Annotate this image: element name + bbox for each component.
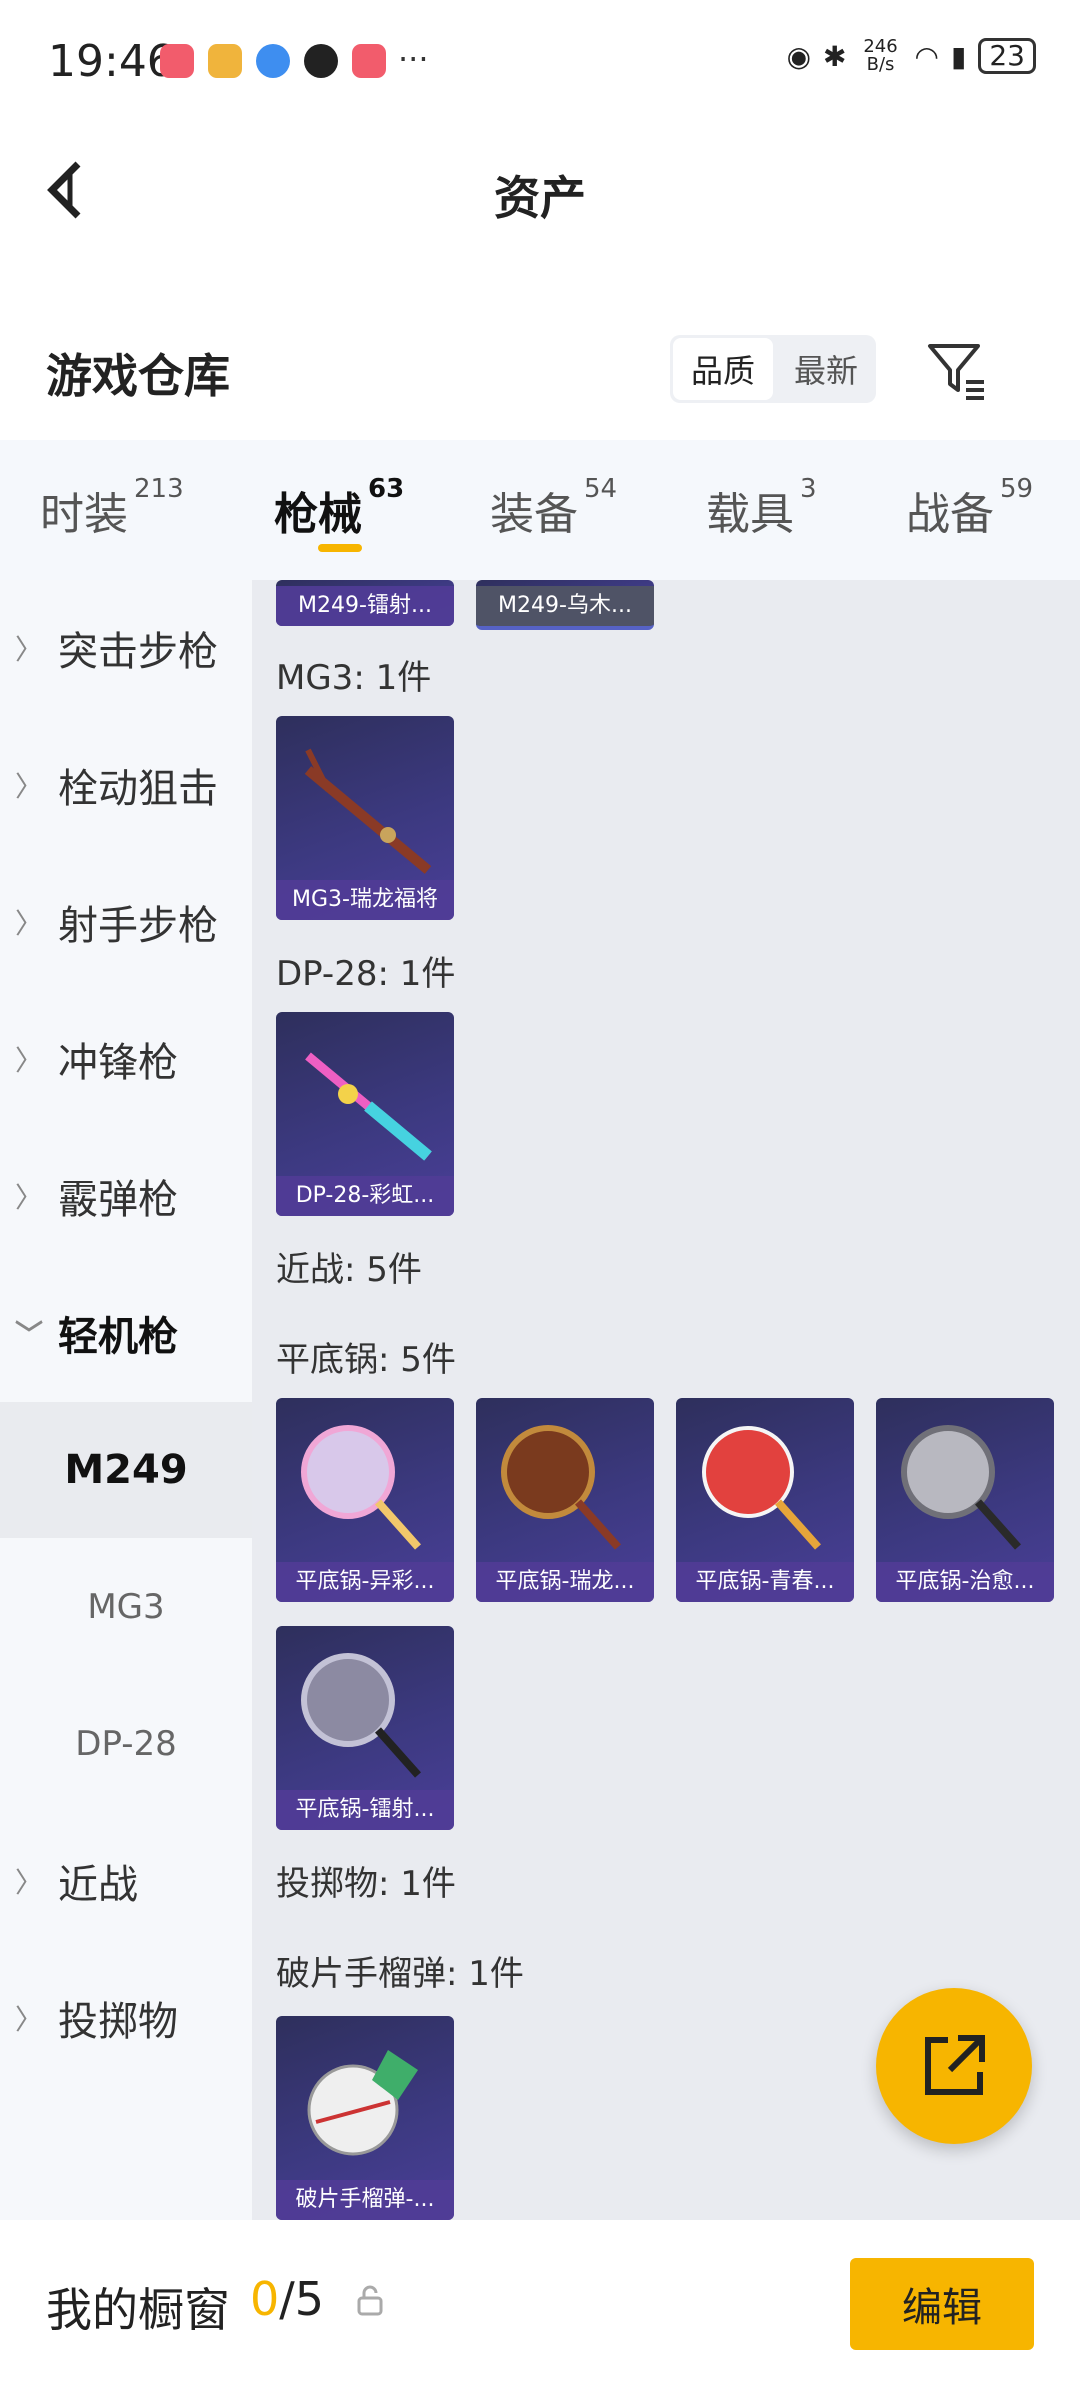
sidebar-subitem-mg3[interactable]: MG3 (0, 1539, 252, 1675)
chevron-right-icon: 〉 (14, 907, 43, 940)
item-card[interactable]: MG3-瑞龙福将 (276, 716, 454, 920)
pan-skin-image (501, 1425, 621, 1550)
sort-quality-option[interactable]: 品质 (673, 338, 773, 400)
showcase-bar: 我的橱窗 0/5 编辑 (0, 2220, 1080, 2382)
alert-icon: ▮ (950, 39, 967, 73)
pan-skin-image (301, 1653, 421, 1778)
tab-firearms[interactable]: 枪械 63 (274, 474, 404, 542)
chevron-right-icon: 〉 (14, 1181, 43, 1214)
category-tabs: 时装 213 枪械 63 装备 54 载具 3 战备 59 (0, 440, 1080, 580)
status-icons: ◉ ✱ 246 B/s ◠ ▮ 23 (787, 38, 1036, 74)
sidebar-item-lmg[interactable]: ﹀ 轻机枪 (0, 1265, 252, 1401)
more-notifications-icon: ··· (398, 40, 429, 78)
sidebar-item-assault-rifle[interactable]: 〉突击步枪 (0, 580, 252, 716)
sidebar-item-marksman-rifle[interactable]: 〉射手步枪 (0, 854, 252, 990)
group-label: 投掷物: 1件 (276, 1864, 456, 1904)
group-label: MG3: 1件 (276, 658, 432, 698)
sort-newest-option[interactable]: 最新 (776, 335, 876, 403)
nav-bar: 资产 (0, 120, 1080, 260)
page-title: 资产 (494, 171, 586, 225)
lock-icon (356, 2284, 384, 2316)
active-tab-indicator (318, 544, 362, 552)
pan-skin-image (301, 1425, 421, 1550)
grenade-skin-image (307, 2050, 418, 2156)
qq-icon (304, 44, 338, 78)
group-label: 近战: 5件 (276, 1250, 422, 1290)
pan-skin-image (702, 1426, 821, 1550)
sidebar-subitem-m249[interactable]: M249 (0, 1402, 252, 1538)
tab-fashion[interactable]: 时装 213 (40, 474, 184, 542)
share-external-icon (925, 2035, 985, 2095)
pan-skin-image (901, 1425, 1021, 1550)
filter-icon[interactable] (924, 338, 988, 402)
warehouse-title: 游戏仓库 (46, 349, 230, 403)
item-card[interactable]: 平底锅-异彩... (276, 1398, 454, 1602)
wifi-icon: ◠ (914, 39, 939, 73)
item-card[interactable]: 平底锅-瑞龙... (476, 1398, 654, 1602)
app-notification-icon (208, 44, 242, 78)
status-bar: 19:46 ··· ◉ ✱ 246 B/s ◠ ▮ 23 (0, 0, 1080, 120)
sort-segmented-control: 品质 最新 (670, 335, 876, 403)
lmg-skin-image (304, 748, 432, 874)
sidebar-item-bolt-sniper[interactable]: 〉栓动狙击 (0, 717, 252, 853)
battery-icon: 23 (978, 38, 1036, 74)
group-label: 平底锅: 5件 (276, 1340, 456, 1380)
group-label: DP-28: 1件 (276, 954, 456, 994)
sidebar-subitem-dp28[interactable]: DP-28 (0, 1676, 252, 1812)
app-notification-icon (256, 44, 290, 78)
warehouse-header: 游戏仓库 品质 最新 (0, 310, 1080, 440)
app-notification-icon (352, 44, 386, 78)
sidebar-item-melee[interactable]: 〉近战 (0, 1813, 252, 1949)
sidebar-item-shotgun[interactable]: 〉霰弹枪 (0, 1128, 252, 1264)
chevron-right-icon: 〉 (14, 1866, 43, 1899)
tab-equipment[interactable]: 装备 54 (490, 474, 617, 542)
edit-button[interactable]: 编辑 (850, 2258, 1034, 2350)
showcase-label: 我的橱窗 (46, 2283, 230, 2337)
chevron-right-icon: 〉 (14, 770, 43, 803)
eye-icon: ◉ (786, 39, 812, 73)
group-label: 破片手榴弹: 1件 (276, 1954, 524, 1994)
item-grid: M249-镭射... M249-乌木... MG3: 1件 MG3-瑞龙福将 D… (252, 580, 1080, 2220)
item-card[interactable]: 破片手榴弹-... (276, 2016, 454, 2220)
app-notification-icon (160, 44, 194, 78)
chevron-right-icon: 〉 (14, 633, 43, 666)
chevron-right-icon: 〉 (14, 1044, 43, 1077)
chevron-down-icon: ﹀ (14, 1318, 43, 1351)
status-time: 19:46 (48, 36, 175, 87)
weapon-sidebar: 〉突击步枪 〉栓动狙击 〉射手步枪 〉冲锋枪 〉霰弹枪 ﹀ 轻机枪 M249 MG… (0, 580, 252, 2220)
item-card[interactable]: DP-28-彩虹... (276, 1012, 454, 1216)
item-card[interactable]: 平底锅-青春... (676, 1398, 854, 1602)
share-export-button[interactable] (876, 1988, 1032, 2144)
sidebar-item-smg[interactable]: 〉冲锋枪 (0, 991, 252, 1127)
bluetooth-icon: ✱ (823, 39, 847, 73)
item-card[interactable]: M249-镭射... (276, 580, 454, 626)
sidebar-item-throwables[interactable]: 〉投掷物 (0, 1950, 252, 2086)
tab-supplies[interactable]: 战备 59 (906, 474, 1033, 542)
net-speed: 246 B/s (863, 36, 898, 75)
item-card[interactable]: 平底锅-治愈... (876, 1398, 1054, 1602)
dp28-skin-image (305, 1052, 432, 1161)
item-card[interactable]: 平底锅-镭射... (276, 1626, 454, 1830)
tab-vehicles[interactable]: 载具 3 (706, 474, 817, 542)
item-card[interactable]: M249-乌木... (476, 580, 654, 630)
showcase-count: 0/5 (250, 2272, 325, 2326)
chevron-right-icon: 〉 (14, 2003, 43, 2036)
